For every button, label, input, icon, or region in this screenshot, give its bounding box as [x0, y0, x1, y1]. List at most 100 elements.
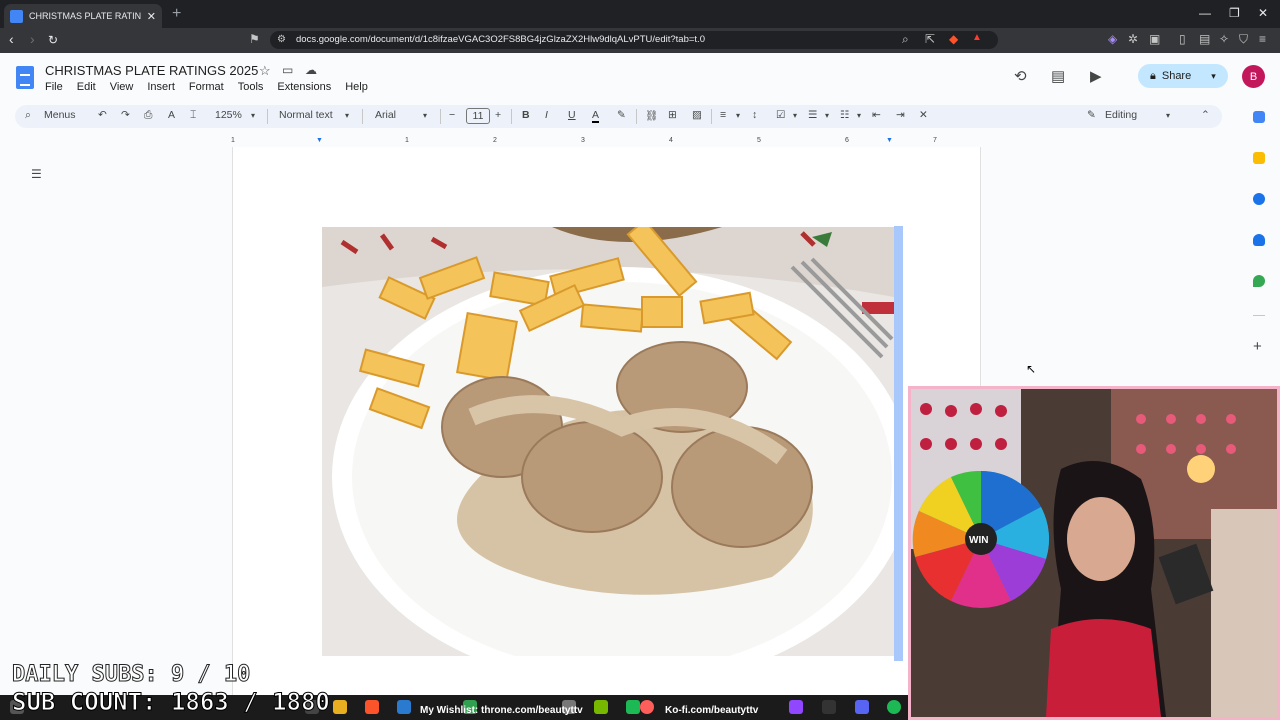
star-icon[interactable]: ☆: [259, 63, 271, 79]
sidebar-toggle-icon[interactable]: ▯: [1179, 32, 1186, 46]
bookmark-icon[interactable]: ⚑: [249, 32, 260, 46]
menu-format[interactable]: Format: [189, 81, 224, 93]
move-folder-icon[interactable]: ▭: [282, 63, 293, 77]
twitch-icon[interactable]: [789, 700, 803, 714]
document-outline-icon[interactable]: ☰: [31, 167, 42, 181]
insert-comment-icon[interactable]: ⊞: [668, 109, 677, 121]
decrease-font-size-icon[interactable]: −: [449, 109, 455, 121]
bold-icon[interactable]: B: [522, 109, 530, 121]
extension-icon[interactable]: ◈: [1108, 32, 1117, 46]
tab-manager-icon[interactable]: ▤: [1199, 32, 1210, 46]
bullet-dropdown-icon[interactable]: ▾: [825, 111, 829, 120]
checklist-icon[interactable]: ☑: [776, 109, 785, 121]
zoom-icon[interactable]: ⌕: [902, 32, 909, 47]
kofi-icon[interactable]: [640, 700, 654, 714]
menu-tools[interactable]: Tools: [238, 81, 264, 93]
version-history-icon[interactable]: ⟲: [1014, 67, 1027, 85]
keep-icon[interactable]: [1253, 152, 1265, 164]
italic-icon[interactable]: I: [545, 109, 548, 121]
search-menus-icon[interactable]: ⌕: [25, 109, 31, 122]
document-title[interactable]: CHRISTMAS PLATE RATINGS 2025: [45, 63, 258, 78]
cloud-saved-icon[interactable]: ☁: [305, 63, 317, 77]
menu-edit[interactable]: Edit: [77, 81, 96, 93]
browser-tab[interactable]: CHRISTMAS PLATE RATINGS 202 ✕: [4, 4, 162, 28]
get-addons-icon[interactable]: +: [1253, 338, 1262, 355]
meet-icon[interactable]: ▶: [1090, 67, 1102, 85]
minimize-icon[interactable]: —: [1199, 6, 1211, 20]
close-tab-icon[interactable]: ✕: [147, 10, 156, 23]
brave-rewards-icon[interactable]: ▲: [972, 32, 982, 43]
insert-image-icon[interactable]: ▨: [692, 109, 702, 121]
font-select[interactable]: Arial: [375, 109, 396, 121]
nvidia-icon[interactable]: [594, 700, 608, 714]
wallet-icon[interactable]: ▣: [1149, 32, 1160, 46]
brave-taskbar-icon[interactable]: [365, 700, 379, 714]
extensions-puzzle-icon[interactable]: ✲: [1128, 32, 1138, 46]
share-dropdown-icon[interactable]: ▾: [1211, 71, 1216, 82]
align-dropdown-icon[interactable]: ▾: [736, 111, 740, 120]
share-button[interactable]: 🔒︎ Share ▾: [1138, 64, 1228, 88]
food-plate-image[interactable]: [322, 227, 894, 656]
app-icon[interactable]: [626, 700, 640, 714]
clear-formatting-icon[interactable]: ✕: [919, 109, 928, 121]
menu-file[interactable]: File: [45, 81, 63, 93]
right-indent-marker[interactable]: ▼: [886, 137, 893, 144]
increase-indent-icon[interactable]: ⇥: [896, 109, 905, 121]
font-size-input[interactable]: 11: [466, 108, 490, 124]
forward-icon[interactable]: ›: [30, 31, 35, 47]
text-color-icon[interactable]: A: [592, 109, 600, 123]
close-window-icon[interactable]: ✕: [1258, 6, 1268, 20]
discord-icon[interactable]: [855, 700, 869, 714]
align-icon[interactable]: ≡: [720, 109, 726, 121]
explorer-icon[interactable]: [333, 700, 347, 714]
bulleted-list-icon[interactable]: ☰: [808, 109, 817, 121]
app-icon[interactable]: [822, 700, 836, 714]
vpn-icon[interactable]: ⛉: [1239, 32, 1248, 47]
left-indent-marker[interactable]: ▼: [316, 137, 323, 144]
brave-shield-icon[interactable]: ◆: [949, 32, 958, 46]
calendar-icon[interactable]: [1253, 111, 1265, 123]
new-tab-icon[interactable]: +: [172, 5, 181, 23]
docs-logo-icon[interactable]: [16, 66, 34, 89]
spotify-icon[interactable]: [887, 700, 901, 714]
tasks-icon[interactable]: [1253, 193, 1265, 205]
comments-icon[interactable]: ▤: [1051, 67, 1065, 85]
collapse-menus-icon[interactable]: ⌃: [1201, 109, 1210, 121]
share-page-icon[interactable]: ⇱: [925, 32, 935, 46]
editing-mode-select[interactable]: Editing: [1105, 109, 1137, 121]
url-text[interactable]: docs.google.com/document/d/1c8ifzaeVGAC3…: [296, 34, 705, 45]
leo-icon[interactable]: ✧: [1219, 32, 1229, 46]
back-icon[interactable]: ‹: [9, 31, 14, 47]
maximize-icon[interactable]: ❐: [1229, 6, 1240, 20]
insert-link-icon[interactable]: ⛓: [645, 109, 658, 122]
reload-icon[interactable]: ↻: [48, 33, 58, 47]
app-icon[interactable]: [397, 700, 411, 714]
style-dropdown-icon[interactable]: ▾: [345, 111, 349, 120]
avatar[interactable]: B: [1242, 65, 1265, 88]
menu-view[interactable]: View: [110, 81, 134, 93]
menu-icon[interactable]: ≡: [1259, 32, 1266, 46]
highlight-icon[interactable]: ✎: [617, 109, 626, 121]
paragraph-style-select[interactable]: Normal text: [279, 109, 333, 121]
paint-format-icon[interactable]: ⌶: [190, 109, 196, 122]
checklist-dropdown-icon[interactable]: ▾: [793, 111, 797, 120]
image-selection-handle[interactable]: [894, 226, 903, 661]
zoom-dropdown-icon[interactable]: ▾: [251, 111, 255, 120]
menu-insert[interactable]: Insert: [147, 81, 175, 93]
horizontal-ruler[interactable]: 1 1 2 3 4 5 6 7 ▼ ▼: [231, 137, 980, 146]
underline-icon[interactable]: U: [568, 109, 576, 121]
print-icon[interactable]: ⎙: [144, 109, 152, 122]
redo-icon[interactable]: ↷: [121, 109, 130, 121]
contacts-icon[interactable]: [1253, 234, 1265, 246]
site-info-icon[interactable]: ⚙: [277, 34, 286, 45]
zoom-select[interactable]: 125%: [215, 109, 242, 121]
increase-font-size-icon[interactable]: +: [495, 109, 501, 121]
spellcheck-icon[interactable]: A: [168, 109, 175, 121]
menu-extensions[interactable]: Extensions: [277, 81, 331, 93]
numbered-list-icon[interactable]: ☷: [840, 109, 849, 121]
numbered-dropdown-icon[interactable]: ▾: [857, 111, 861, 120]
decrease-indent-icon[interactable]: ⇤: [872, 109, 881, 121]
maps-icon[interactable]: [1253, 275, 1265, 287]
line-spacing-icon[interactable]: ↕: [752, 109, 757, 121]
search-menus-label[interactable]: Menus: [44, 109, 76, 121]
